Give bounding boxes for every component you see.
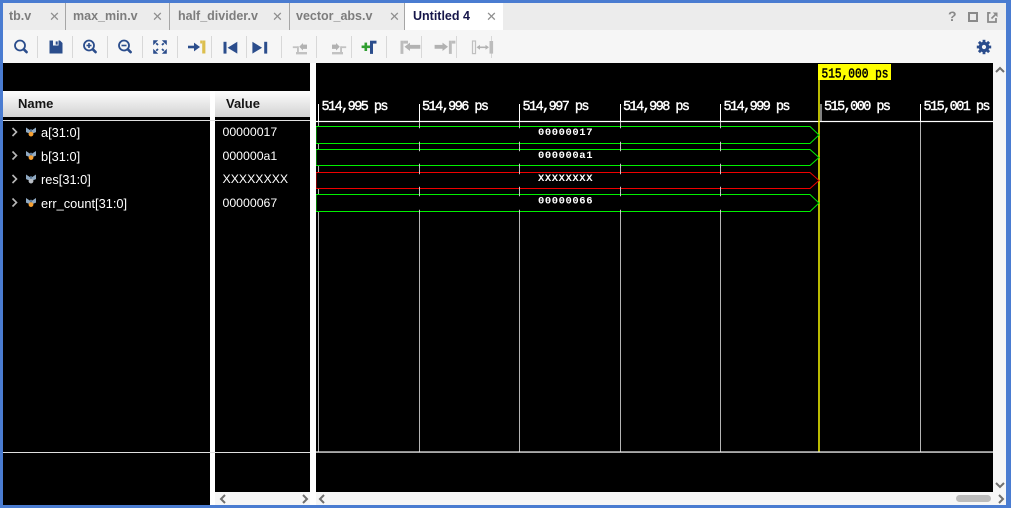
- svg-text:515,001 ps: 515,001 ps: [924, 100, 991, 115]
- svg-text:00000017: 00000017: [538, 127, 593, 139]
- svg-text:000000a1: 000000a1: [538, 150, 593, 162]
- svg-text:514,997 ps: 514,997 ps: [523, 100, 590, 115]
- svg-text:515,000 ps: 515,000 ps: [824, 100, 891, 115]
- svg-text:514,995 ps: 514,995 ps: [322, 100, 389, 115]
- svg-text:00000066: 00000066: [538, 196, 593, 208]
- svg-text:XXXXXXXX: XXXXXXXX: [538, 173, 593, 185]
- svg-text:514,996 ps: 514,996 ps: [422, 100, 489, 115]
- svg-text:514,998 ps: 514,998 ps: [623, 100, 690, 115]
- svg-text:514,999 ps: 514,999 ps: [724, 100, 791, 115]
- svg-text:515,000 ps: 515,000 ps: [822, 68, 889, 83]
